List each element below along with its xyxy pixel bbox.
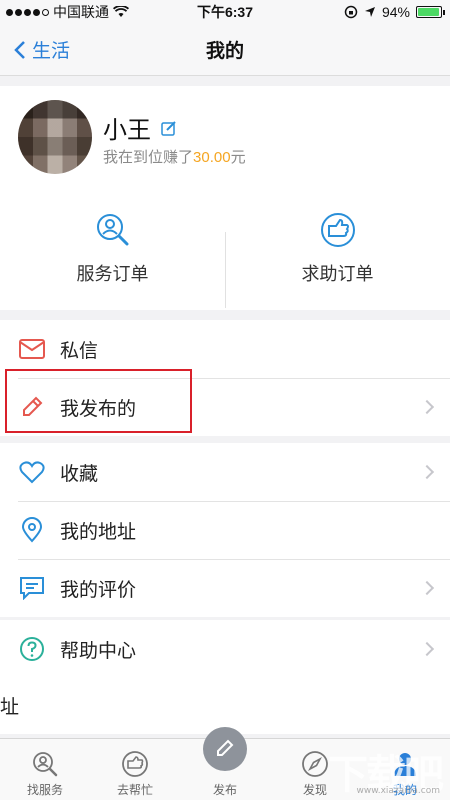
tab-publish-label: 发布 — [212, 783, 237, 797]
service-orders-label: 服务订单 — [76, 264, 149, 284]
partial-list-item[interactable]: 址 — [0, 676, 450, 734]
earnings-amount: 30.00 — [193, 149, 231, 166]
comment-icon — [18, 574, 46, 602]
help-center-label: 帮助中心 — [60, 640, 137, 662]
location-icon — [18, 516, 46, 544]
avatar[interactable] — [18, 100, 92, 174]
profile-icon — [394, 753, 416, 776]
back-button[interactable]: 生活 — [14, 36, 70, 63]
chevron-right-icon — [419, 580, 435, 596]
help-orders-button[interactable]: 求助订单 — [225, 186, 450, 310]
list-item-my-address[interactable]: 我的地址 — [0, 501, 450, 559]
watermark-url: www.xiazaiba.com — [356, 786, 440, 796]
list-group-help: 帮助中心 — [0, 620, 450, 678]
status-bar: 中国联通 下午6:37 94% — [0, 0, 450, 24]
earnings-text: 我在到位赚了30.00元 — [103, 149, 246, 166]
tab-find-service[interactable]: 找服务 — [0, 739, 90, 800]
help-icon — [122, 751, 148, 777]
heart-icon — [18, 458, 46, 486]
search-person-icon — [96, 214, 128, 246]
tab-go-help-label: 去帮忙 — [116, 783, 153, 797]
carrier-label: 中国联通 — [53, 4, 109, 20]
my-address-label: 我的地址 — [60, 521, 137, 543]
service-orders-button[interactable]: 服务订单 — [0, 186, 225, 310]
tab-discover[interactable]: 发现 — [270, 739, 360, 800]
chevron-right-icon — [419, 464, 435, 480]
help-orders-label: 求助订单 — [301, 264, 374, 284]
mail-icon — [18, 335, 46, 363]
compass-icon — [302, 751, 328, 777]
highlight-box — [5, 369, 192, 433]
back-label: 生活 — [32, 41, 71, 62]
tab-publish[interactable]: 发布 — [180, 727, 270, 800]
chevron-right-icon — [419, 399, 435, 415]
profile-card[interactable]: 小王 我在到位赚了30.00元 — [0, 86, 450, 186]
orders-section: 服务订单 求助订单 — [0, 186, 450, 310]
signal-icon — [6, 8, 49, 16]
publish-icon — [203, 727, 247, 771]
partial-label: 址 — [0, 696, 20, 718]
battery-percent: 94% — [381, 4, 410, 20]
nav-bar: 生活 我的 — [0, 24, 450, 76]
edit-icon[interactable] — [161, 120, 177, 136]
my-reviews-label: 我的评价 — [60, 579, 137, 601]
list-item-help-center[interactable]: 帮助中心 — [0, 620, 450, 678]
list-item-my-reviews[interactable]: 我的评价 — [0, 559, 450, 617]
tab-discover-label: 发现 — [302, 783, 327, 797]
username: 小王 — [103, 117, 151, 144]
status-time: 下午6:37 — [196, 4, 254, 20]
favorites-label: 收藏 — [60, 463, 99, 485]
tab-find-service-label: 找服务 — [26, 783, 63, 797]
list-item-favorites[interactable]: 收藏 — [0, 443, 450, 501]
rotation-lock-icon — [344, 5, 358, 19]
tab-go-help[interactable]: 去帮忙 — [90, 739, 180, 800]
battery-icon — [416, 6, 445, 18]
wifi-icon — [113, 6, 129, 17]
question-icon — [18, 635, 46, 663]
page-title: 我的 — [205, 41, 244, 62]
help-hand-icon — [320, 213, 355, 247]
chevron-left-icon — [14, 40, 25, 59]
find-service-icon — [33, 752, 58, 777]
location-arrow-icon — [364, 7, 375, 17]
chevron-right-icon — [419, 641, 435, 657]
list-group-personal: 收藏 我的地址 我的评价 — [0, 443, 450, 617]
messages-label: 私信 — [60, 340, 99, 362]
